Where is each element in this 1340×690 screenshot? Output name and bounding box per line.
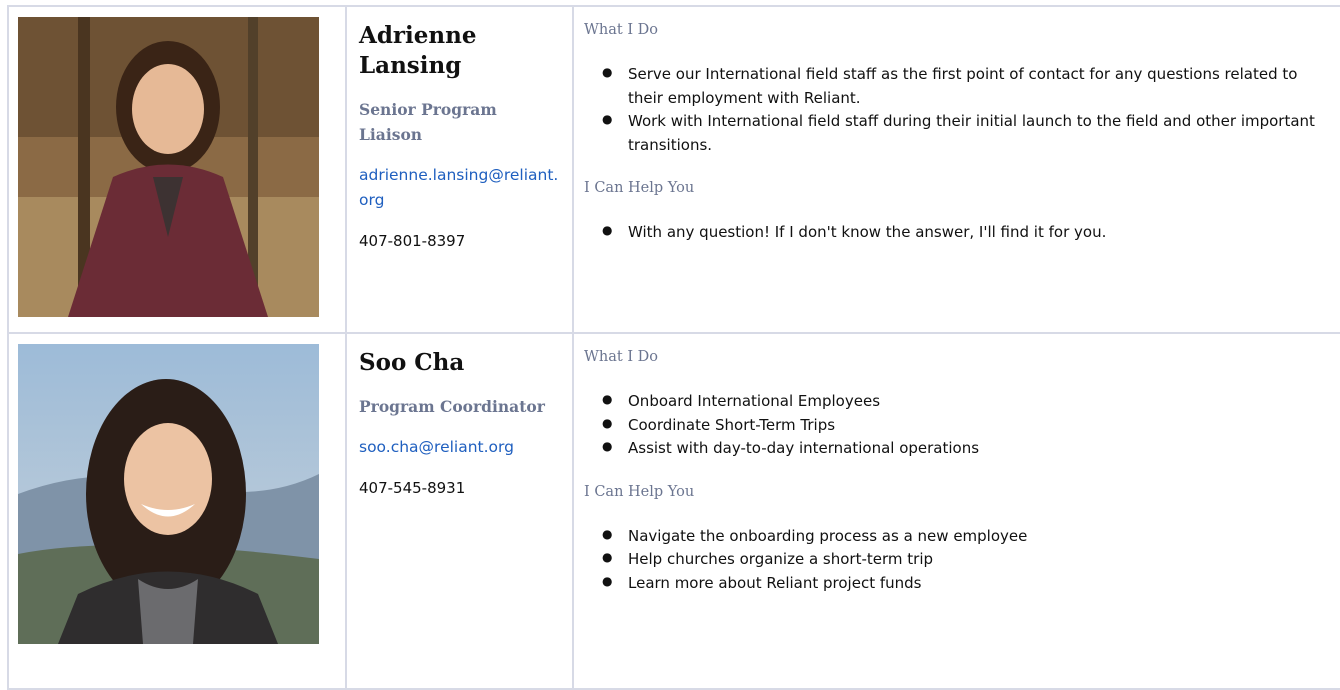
list-item: Help churches organize a short-term trip	[602, 546, 1335, 572]
list-item: Work with International field staff duri…	[602, 108, 1335, 157]
staff-details-cell: What I Do Serve our International field …	[572, 5, 1340, 334]
staff-directory-table: Adrienne Lansing Senior Program Liaison …	[7, 5, 1340, 690]
photo-cell	[7, 5, 347, 334]
list-item: Learn more about Reliant project funds	[602, 570, 1335, 596]
staff-name: Soo Cha	[359, 349, 465, 376]
what-i-do-heading: What I Do	[584, 22, 659, 38]
photo-cell	[7, 332, 347, 690]
list-item: Coordinate Short-Term Trips	[602, 412, 1335, 438]
staff-info-cell: Adrienne Lansing Senior Program Liaison …	[345, 5, 574, 334]
staff-info-cell: Soo Cha Program Coordinator soo.cha@reli…	[345, 332, 574, 690]
list-item: Serve our International field staff as t…	[602, 61, 1335, 110]
staff-details-cell: What I Do Onboard International Employee…	[572, 332, 1340, 690]
staff-name: Adrienne Lansing	[359, 22, 477, 79]
staff-phone: 407-545-8931	[359, 479, 466, 497]
help-heading: I Can Help You	[584, 180, 695, 196]
list-item: Onboard International Employees	[602, 388, 1335, 414]
staff-role: Program Coordinator	[359, 397, 545, 416]
help-list: With any question! If I don't know the a…	[584, 219, 1335, 245]
staff-photo	[18, 344, 319, 644]
staff-email-link[interactable]: adrienne.lansing@reliant.org	[359, 163, 562, 213]
staff-row: Adrienne Lansing Senior Program Liaison …	[7, 5, 1340, 334]
what-i-do-heading: What I Do	[584, 349, 659, 365]
staff-email-link[interactable]: soo.cha@reliant.org	[359, 435, 562, 460]
staff-role: Senior Program Liaison	[359, 100, 497, 144]
list-item: Navigate the onboarding process as a new…	[602, 523, 1335, 549]
staff-row: Soo Cha Program Coordinator soo.cha@reli…	[7, 332, 1340, 690]
staff-photo	[18, 17, 319, 317]
staff-phone: 407-801-8397	[359, 232, 466, 250]
what-i-do-list: Onboard International Employees Coordina…	[584, 388, 1335, 461]
help-list: Navigate the onboarding process as a new…	[584, 523, 1335, 596]
list-item: Assist with day-to-day international ope…	[602, 435, 1335, 461]
help-heading: I Can Help You	[584, 483, 695, 500]
what-i-do-list: Serve our International field staff as t…	[584, 61, 1335, 157]
list-item: With any question! If I don't know the a…	[602, 219, 1335, 245]
